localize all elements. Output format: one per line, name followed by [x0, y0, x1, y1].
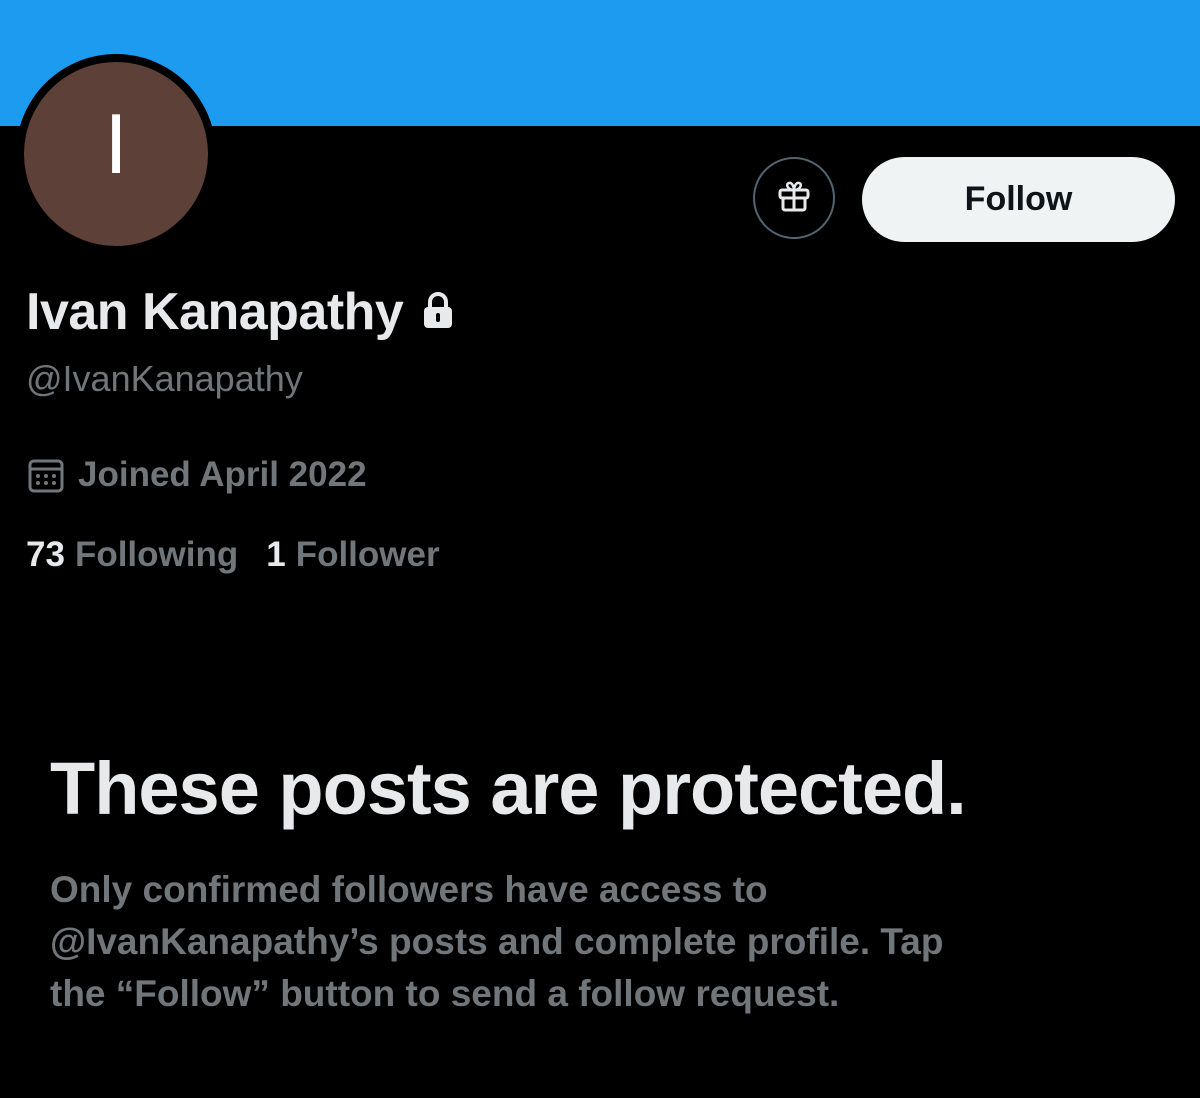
joined-row: Joined April 2022 [26, 452, 367, 498]
stats-row: 73 Following 1 Follower [26, 532, 468, 578]
followers-label: Follower [295, 535, 440, 574]
following-link[interactable]: 73 Following [26, 535, 238, 575]
joined-date: Joined April 2022 [78, 455, 367, 494]
avatar-letter: I [104, 99, 128, 192]
avatar[interactable]: I [24, 62, 208, 246]
followers-link[interactable]: 1 Follower [266, 535, 439, 575]
following-label: Following [74, 535, 239, 574]
follow-button[interactable]: Follow [862, 157, 1175, 242]
following-count: 73 [26, 535, 65, 574]
lock-icon [421, 290, 455, 330]
gift-button[interactable] [753, 157, 835, 239]
calendar-icon [26, 455, 66, 495]
handle: @IvanKanapathy [26, 358, 303, 399]
protected-title: These posts are protected. [50, 747, 967, 830]
protected-body: Only confirmed followers have access to … [50, 869, 944, 1014]
display-name: Ivan Kanapathy [26, 283, 404, 341]
gift-icon [774, 176, 814, 221]
display-name-row: Ivan Kanapathy [26, 280, 455, 344]
followers-count: 1 [266, 535, 286, 574]
